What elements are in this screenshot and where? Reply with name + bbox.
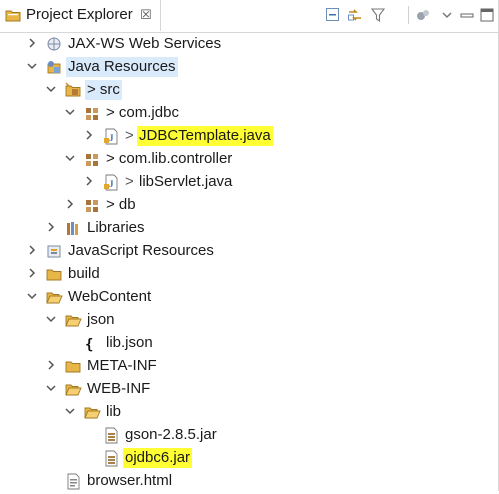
- chevron-right-icon[interactable]: [44, 358, 58, 372]
- view-header: Project Explorer ☒: [0, 0, 499, 33]
- folder-open-icon: [84, 404, 101, 421]
- tree-item-package-db[interactable]: > db: [0, 194, 499, 216]
- chevron-right-icon[interactable]: [25, 243, 39, 257]
- js-resources-icon: [46, 243, 63, 260]
- chevron-down-icon[interactable]: [63, 151, 77, 165]
- maximize-icon[interactable]: [479, 7, 495, 23]
- chevron-right-icon[interactable]: [63, 197, 77, 211]
- tree-item-label: gson-2.8.5.jar: [125, 426, 217, 443]
- chevron-down-icon[interactable]: [44, 312, 58, 326]
- tree-item-label: lib.json: [106, 334, 153, 351]
- tree-item-label: lib: [106, 403, 122, 420]
- tree-item-package-com-lib-controller[interactable]: > com.lib.controller: [0, 148, 499, 170]
- tree-item-json-folder[interactable]: json: [0, 309, 499, 331]
- tab-label: Project Explorer: [26, 6, 133, 23]
- decorator-prefix: >: [125, 173, 134, 190]
- chevron-down-icon[interactable]: [63, 404, 77, 418]
- tree-item-label: WEB-INF: [87, 380, 151, 397]
- tree-item-label: JDBCTemplate.java: [137, 126, 273, 146]
- tree-item-web-inf-folder[interactable]: WEB-INF: [0, 378, 499, 400]
- folder-open-icon: [65, 312, 82, 329]
- jar-file-icon: [103, 427, 120, 444]
- filter-icon[interactable]: [370, 7, 386, 23]
- svg-text:J: J: [109, 179, 114, 189]
- package-icon: [84, 197, 101, 214]
- html-file-icon: [65, 473, 82, 490]
- tree-item-label: > src: [85, 80, 122, 100]
- tree-item-label: WebContent: [68, 288, 152, 305]
- tree-item-label: ojdbc6.jar: [123, 448, 193, 468]
- decorator-prefix: >: [125, 127, 134, 144]
- tree-item-lib-json-file[interactable]: { } lib.json: [0, 332, 499, 354]
- chevron-right-icon[interactable]: [82, 174, 96, 188]
- jar-file-icon: [103, 450, 120, 467]
- tree-item-label: build: [68, 265, 100, 282]
- collapse-all-icon[interactable]: [325, 7, 341, 23]
- tree-item-label: Java Resources: [66, 57, 178, 77]
- view-menu-icon[interactable]: [415, 7, 431, 23]
- folder-icon: [46, 266, 63, 283]
- tree-item-label: json: [87, 311, 115, 328]
- source-folder-icon: [65, 82, 82, 99]
- chevron-down-icon[interactable]: [44, 381, 58, 395]
- chevron-right-icon[interactable]: [82, 128, 96, 142]
- package-icon: [84, 105, 101, 122]
- tree-item-browser-html[interactable]: browser.html: [0, 470, 499, 492]
- chevron-down-icon[interactable]: [63, 105, 77, 119]
- webservices-icon: [46, 36, 63, 53]
- tree-item-ojdbc6-jar[interactable]: ojdbc6.jar: [0, 447, 499, 469]
- tree-item-java-resources[interactable]: Java Resources: [0, 56, 499, 78]
- package-icon: [84, 151, 101, 168]
- tree-item-label: > com.jdbc: [106, 104, 179, 121]
- chevron-down-icon[interactable]: [44, 82, 58, 96]
- java-file-icon: J: [103, 174, 120, 191]
- chevron-right-icon[interactable]: [44, 220, 58, 234]
- tree-item-jdbctemplate-java[interactable]: J > JDBCTemplate.java: [0, 125, 499, 147]
- tree-item-label: > com.lib.controller: [106, 150, 233, 167]
- tree-item-src[interactable]: > src: [0, 79, 499, 101]
- tree-item-label: META-INF: [87, 357, 157, 374]
- tree-item-webcontent-folder[interactable]: WebContent: [0, 286, 499, 308]
- tree-item-gson-jar[interactable]: gson-2.8.5.jar: [0, 424, 499, 446]
- tree-item-label: browser.html: [87, 472, 173, 489]
- java-resources-icon: [46, 59, 63, 76]
- tree-item-label: libServlet.java: [139, 173, 233, 190]
- tree-item-libraries[interactable]: Libraries: [0, 217, 499, 239]
- chevron-down-icon[interactable]: [439, 7, 455, 23]
- tree-item-build-folder[interactable]: build: [0, 263, 499, 285]
- tree-item-meta-inf-folder[interactable]: META-INF: [0, 355, 499, 377]
- tree-item-label: > db: [106, 196, 136, 213]
- folder-open-icon: [46, 289, 63, 306]
- folder-icon: [65, 358, 82, 375]
- tree-item-label: JAX-WS Web Services: [68, 35, 222, 52]
- minimize-icon[interactable]: [459, 7, 475, 23]
- svg-text:{ }: { }: [85, 337, 101, 352]
- toolbar-separator: [408, 6, 409, 24]
- project-explorer-icon: [5, 7, 21, 23]
- libraries-icon: [65, 220, 82, 237]
- chevron-down-icon[interactable]: [25, 59, 39, 73]
- chevron-right-icon[interactable]: [25, 36, 39, 50]
- chevron-right-icon[interactable]: [25, 266, 39, 280]
- json-file-icon: { }: [84, 335, 110, 353]
- tree-item-lib-folder[interactable]: lib: [0, 401, 499, 423]
- folder-open-icon: [65, 381, 82, 398]
- tree-item-label: Libraries: [87, 219, 145, 236]
- project-tree[interactable]: JAX-WS Web Services Java Resources > src > …: [0, 33, 499, 491]
- java-file-icon: J: [103, 128, 120, 145]
- tree-item-package-com-jdbc[interactable]: > com.jdbc: [0, 102, 499, 124]
- tab-project-explorer[interactable]: Project Explorer ☒: [0, 0, 161, 31]
- svg-text:J: J: [109, 133, 114, 143]
- link-with-editor-icon[interactable]: [347, 7, 363, 23]
- chevron-down-icon[interactable]: [25, 289, 39, 303]
- tree-item-jaxws-web-services[interactable]: JAX-WS Web Services: [0, 33, 499, 55]
- tree-item-label: JavaScript Resources: [68, 242, 214, 259]
- tree-item-libservlet-java[interactable]: J > libServlet.java: [0, 171, 499, 193]
- close-icon[interactable]: ☒: [140, 7, 152, 23]
- tree-item-javascript-resources[interactable]: JavaScript Resources: [0, 240, 499, 262]
